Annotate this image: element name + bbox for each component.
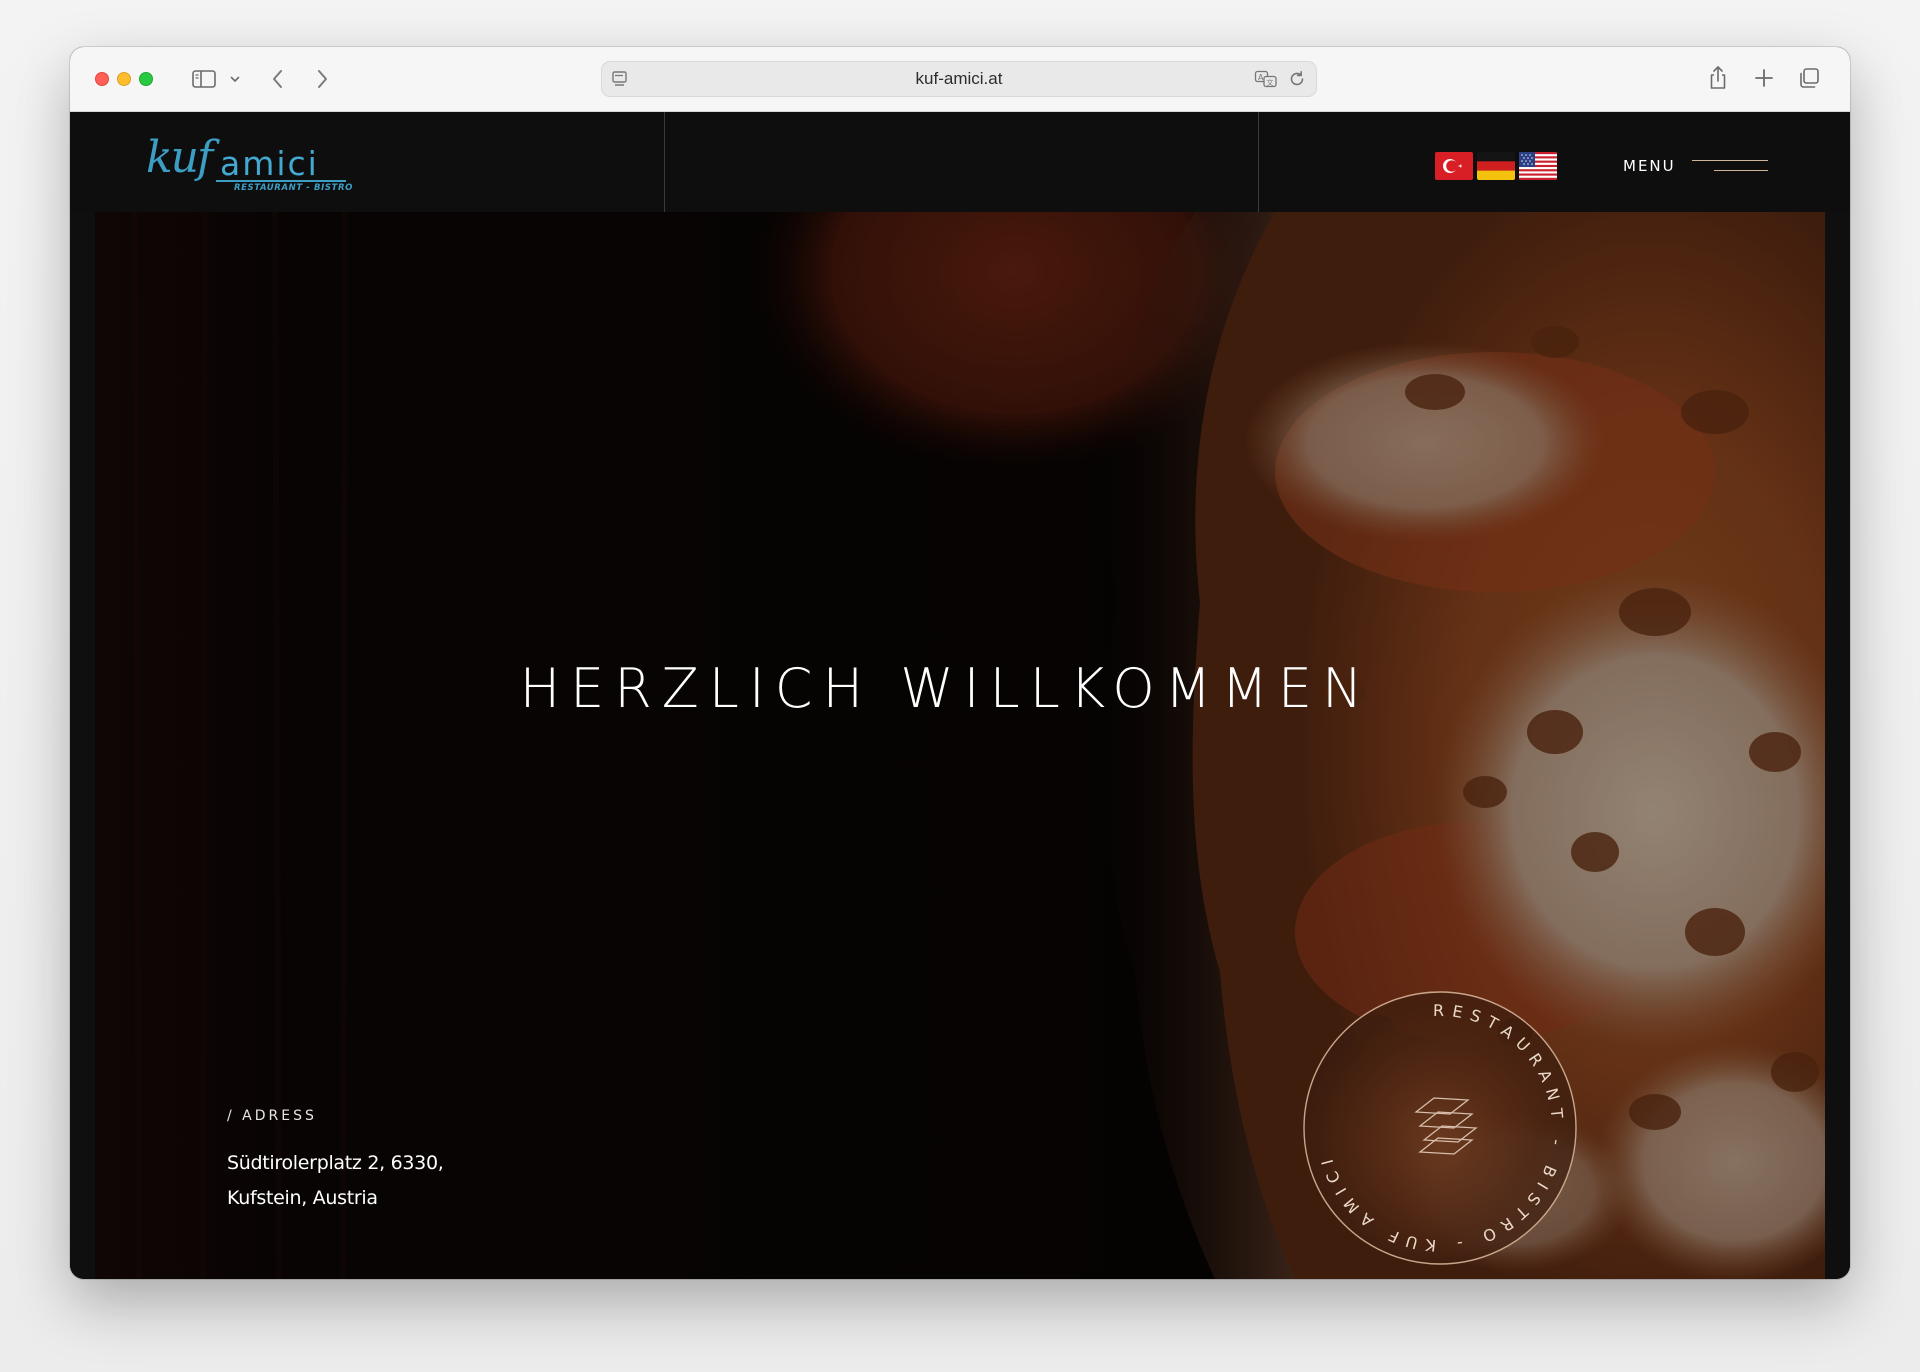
header-divider (1258, 112, 1259, 212)
back-icon[interactable] (266, 66, 290, 92)
language-switcher (1435, 152, 1557, 180)
logo-name-text: amici (220, 144, 319, 183)
restaurant-badge[interactable]: RESTAURANT - BISTRO - KUF AMICI (1300, 988, 1580, 1268)
address-block: / ADRESS Südtirolerplatz 2, 6330, Kufste… (227, 1108, 444, 1216)
website: kuf amici RESTAURANT - BISTRO MENU HERZL… (70, 112, 1850, 1279)
hamburger-icon (1692, 160, 1768, 174)
hero-title: HERZLICH WILLKOMMEN (519, 657, 1373, 720)
logo-tagline: RESTAURANT - BISTRO (234, 183, 353, 193)
share-icon[interactable] (1706, 64, 1730, 92)
forward-icon[interactable] (310, 66, 334, 92)
flag-turkey-icon[interactable] (1435, 152, 1473, 180)
plus-icon[interactable] (1752, 66, 1776, 90)
minimize-window-button[interactable] (117, 72, 131, 86)
logo-script-text: kuf (146, 132, 213, 183)
reload-icon[interactable] (1288, 70, 1306, 88)
address-line-2: Kufstein, Austria (227, 1187, 378, 1209)
flag-usa-icon[interactable] (1519, 152, 1557, 180)
site-header: kuf amici RESTAURANT - BISTRO MENU (70, 112, 1850, 212)
svg-text:文: 文 (1267, 78, 1274, 87)
browser-window: kuf-amici.at A文 kuf amici RESTAURANT - B… (70, 47, 1850, 1279)
address-line-1: Südtirolerplatz 2, 6330, (227, 1152, 444, 1174)
menu-label: MENU (1623, 157, 1676, 175)
zoom-window-button[interactable] (139, 72, 153, 86)
menu-button[interactable]: MENU (1623, 156, 1768, 176)
chevron-down-icon[interactable] (228, 69, 242, 89)
address-label: / ADRESS (227, 1108, 317, 1124)
header-divider (664, 112, 665, 212)
site-logo[interactable]: kuf amici RESTAURANT - BISTRO (146, 136, 356, 196)
translate-icon[interactable]: A文 (1254, 69, 1278, 89)
hero-section: HERZLICH WILLKOMMEN / ADRESS Südtirolerp… (95, 212, 1825, 1279)
address-bar[interactable]: kuf-amici.at A文 (601, 61, 1317, 97)
sidebar-icon[interactable] (191, 67, 217, 91)
svg-text:A: A (1258, 73, 1264, 82)
close-window-button[interactable] (95, 72, 109, 86)
flag-germany-icon[interactable] (1477, 152, 1515, 180)
url-text[interactable]: kuf-amici.at (602, 62, 1316, 98)
logo-underline (216, 180, 346, 182)
browser-toolbar: kuf-amici.at A文 (70, 47, 1850, 112)
tabs-icon[interactable] (1797, 66, 1821, 90)
